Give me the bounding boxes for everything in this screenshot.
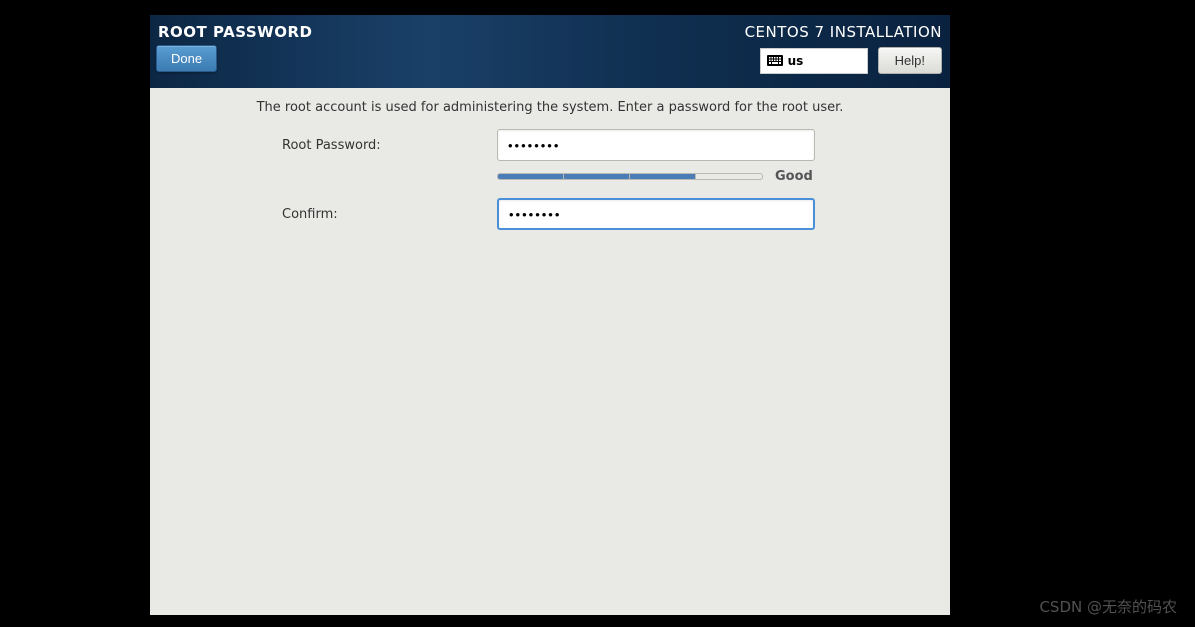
header-controls: us Help! <box>760 47 942 74</box>
confirm-label: Confirm: <box>282 207 497 222</box>
done-button[interactable]: Done <box>156 45 217 72</box>
strength-segment-1 <box>498 174 564 179</box>
keyboard-layout-indicator[interactable]: us <box>760 48 868 74</box>
password-row: Root Password: <box>282 129 950 161</box>
watermark: CSDN @无奈的码农 <box>1039 596 1177 617</box>
keyboard-icon <box>767 55 783 66</box>
confirm-password-input[interactable] <box>497 198 815 230</box>
root-password-input[interactable] <box>497 129 815 161</box>
installer-window: ROOT PASSWORD Done CENTOS 7 INSTALLATION <box>150 15 950 615</box>
strength-segment-2 <box>564 174 630 179</box>
header-right: CENTOS 7 INSTALLATION <box>745 21 942 82</box>
password-label: Root Password: <box>282 138 497 153</box>
installer-title: CENTOS 7 INSTALLATION <box>745 21 942 41</box>
confirm-row: Confirm: <box>282 198 950 230</box>
description-text: The root account is used for administeri… <box>150 100 950 115</box>
form-area: Root Password: Good Confirm: <box>150 129 950 230</box>
strength-segment-3 <box>630 174 696 179</box>
header-bar: ROOT PASSWORD Done CENTOS 7 INSTALLATION <box>150 15 950 88</box>
header-left: ROOT PASSWORD Done <box>156 21 312 82</box>
keyboard-layout-label: us <box>788 54 804 68</box>
strength-row: Good <box>497 169 950 184</box>
strength-segment-4 <box>696 174 762 179</box>
help-button[interactable]: Help! <box>878 47 942 74</box>
content-area: The root account is used for administeri… <box>150 88 950 615</box>
page-title: ROOT PASSWORD <box>156 21 312 41</box>
password-strength-bar <box>497 173 763 180</box>
strength-label: Good <box>775 169 813 184</box>
